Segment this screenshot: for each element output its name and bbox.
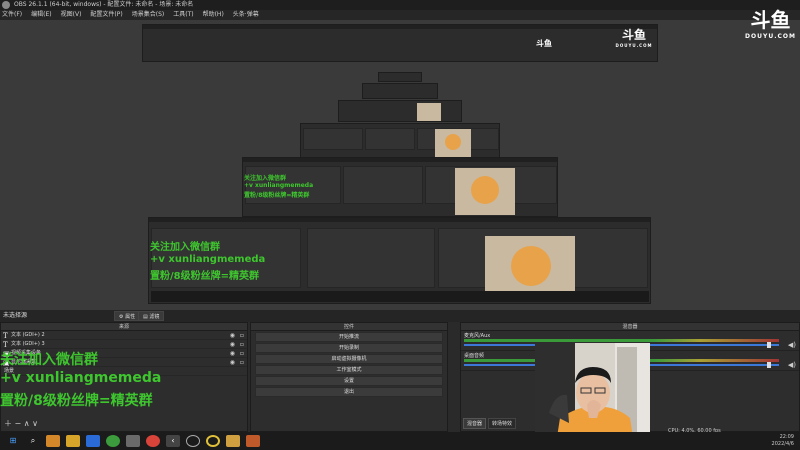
nested-preview-layer — [362, 83, 438, 99]
nested-preview-layer — [338, 100, 462, 122]
no-source-selected-label: 未选择源 — [3, 312, 28, 319]
app-icon[interactable] — [86, 435, 100, 447]
controls-dock: 控件 开始推流 开始录制 启动虚拟摄像机 工作室模式 设置 退出 — [250, 322, 448, 432]
start-virtual-camera-button[interactable]: 启动虚拟摄像机 — [255, 354, 443, 364]
properties-button[interactable]: ⚙ 属性 — [114, 311, 141, 321]
tab-mixer[interactable]: 混音器 — [463, 418, 487, 429]
app-icon[interactable] — [226, 435, 240, 447]
add-remove-buttons[interactable]: ＋ − ∧ ∨ — [4, 418, 38, 429]
douyu-logo: 斗鱼 DOUYU.COM — [745, 8, 796, 40]
app-icon[interactable] — [126, 435, 140, 447]
source-item[interactable]: T 文本 (GDI+) 2 ◉ ▫ — [1, 331, 247, 340]
menu-profile[interactable]: 配置文件(P) — [90, 10, 122, 20]
douyu-logo-nested-small: 斗鱼 — [536, 39, 552, 48]
desktop-volume-knob[interactable] — [767, 362, 771, 368]
source-item[interactable]: T 文本 (GDI+) 3 ◉ ▫ — [1, 340, 247, 349]
clock-date: 2022/4/6 — [771, 441, 794, 447]
start-recording-button[interactable]: 开始录制 — [255, 343, 443, 353]
overlay-line3: 置粉/8级粉丝牌=精英群 — [0, 393, 153, 409]
tab-transitions[interactable]: 转场特效 — [488, 418, 517, 429]
app-icon[interactable] — [206, 435, 220, 447]
eye-icon[interactable]: ◉ — [230, 349, 235, 358]
chrome-icon[interactable] — [146, 435, 160, 447]
sources-dock-title: 来源 — [1, 323, 247, 331]
obs-logo-icon — [2, 1, 10, 9]
nested-preview-layer — [378, 72, 422, 82]
controls-dock-title: 控件 — [251, 323, 447, 331]
mixer-dock-title: 混音器 — [461, 323, 799, 331]
app-icon[interactable] — [106, 435, 120, 447]
nested-overlay-line3-small: 置粉/8级粉丝牌=精英群 — [244, 192, 310, 199]
nested-overlay-line3: 置粉/8级粉丝牌=精英群 — [150, 271, 259, 282]
app-icon[interactable] — [246, 435, 260, 447]
menu-help[interactable]: 帮助(H) — [203, 10, 224, 20]
mixer-tabs: 混音器 转场特效 — [463, 418, 517, 429]
app-icon[interactable] — [46, 435, 60, 447]
search-icon[interactable]: ⌕ — [26, 435, 40, 447]
menu-bar: 文件(F) 编辑(E) 视图(V) 配置文件(P) 场景集合(S) 工具(T) … — [0, 10, 800, 20]
nested-overlay-line2: +v xunliangmemeda — [150, 254, 266, 265]
menu-file[interactable]: 文件(F) — [2, 10, 22, 20]
eye-icon[interactable]: ◉ — [230, 331, 235, 340]
nested-overlay-line2-small: +v xunliangmemeda — [244, 182, 314, 189]
lock-icon[interactable]: ▫ — [240, 340, 244, 349]
menu-view[interactable]: 视图(V) — [61, 10, 82, 20]
obs-taskbar-icon[interactable] — [186, 435, 200, 447]
lock-icon[interactable]: ▫ — [240, 349, 244, 358]
folder-icon[interactable] — [66, 435, 80, 447]
windows-start-icon[interactable]: ⊞ — [6, 435, 20, 447]
speaker-icon[interactable]: ◀) — [788, 361, 796, 369]
start-streaming-button[interactable]: 开始推流 — [255, 332, 443, 342]
eye-icon[interactable]: ◉ — [230, 358, 235, 367]
clock-time: 22:09 — [779, 434, 794, 440]
title-bar: OBS 26.1.1 (64-bit, windows) - 配置文件: 未命名… — [0, 0, 800, 10]
douyu-logo-nested: 斗鱼 DOUYU.COM — [615, 28, 653, 48]
app-icon[interactable]: ‹ — [166, 435, 180, 447]
mic-level-meter — [464, 339, 779, 342]
settings-button[interactable]: 设置 — [255, 376, 443, 386]
lock-icon[interactable]: ▫ — [240, 358, 244, 367]
exit-button[interactable]: 退出 — [255, 387, 443, 397]
nested-preview-layer — [300, 123, 500, 158]
nested-overlay-line1: 关注加入微信群 — [150, 242, 220, 253]
speaker-icon[interactable]: ◀) — [788, 341, 796, 349]
studio-mode-button[interactable]: 工作室模式 — [255, 365, 443, 375]
eye-icon[interactable]: ◉ — [230, 340, 235, 349]
preview-canvas[interactable]: 关注加入微信群 +v xunliangmemeda 置粉/8级粉丝牌=精英群 关… — [0, 8, 800, 310]
nested-preview-header — [142, 24, 658, 62]
menu-tools[interactable]: 工具(T) — [173, 10, 193, 20]
menu-danmaku[interactable]: 头条·弹幕 — [233, 10, 259, 20]
source-toolbar: 未选择源 ⚙ 属性 ▤ 滤镜 — [0, 310, 800, 322]
overlay-line1: 关注加入微信群 — [0, 352, 98, 368]
taskbar: ⊞ ⌕ ‹ 22:09 2022/4/6 — [0, 432, 800, 450]
overlay-line2: +v xunliangmemeda — [0, 370, 162, 386]
system-tray-clock[interactable]: 22:09 2022/4/6 — [772, 434, 794, 448]
menu-scene-collection[interactable]: 场景集合(S) — [132, 10, 165, 20]
menu-edit[interactable]: 编辑(E) — [31, 10, 51, 20]
obs-window: OBS 26.1.1 (64-bit, windows) - 配置文件: 未命名… — [0, 0, 800, 450]
filters-button[interactable]: ▤ 滤镜 — [138, 311, 165, 321]
mic-volume-knob[interactable] — [767, 342, 771, 348]
nested-overlay-line1-small: 关注加入微信群 — [244, 175, 287, 182]
lock-icon[interactable]: ▫ — [240, 331, 244, 340]
window-title: OBS 26.1.1 (64-bit, windows) - 配置文件: 未命名… — [14, 1, 194, 8]
